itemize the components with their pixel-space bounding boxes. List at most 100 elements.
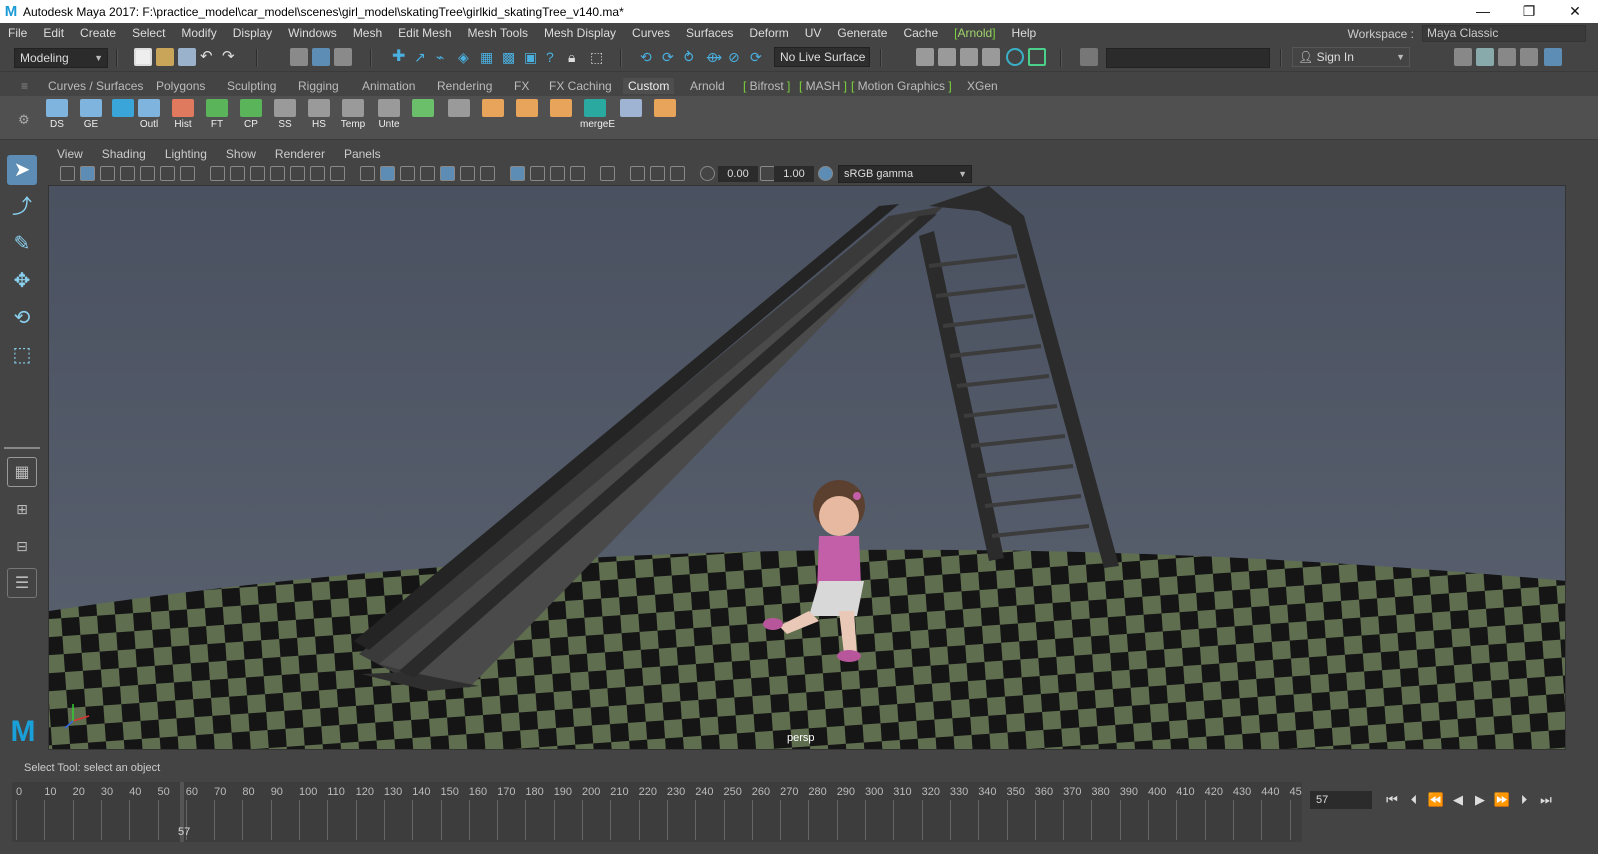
render-frame-icon[interactable]	[938, 48, 956, 66]
panel-menu-shading[interactable]: Shading	[93, 147, 156, 161]
shelf-button-ge[interactable]: GE	[76, 99, 106, 133]
arnold-render-icon[interactable]	[1006, 48, 1024, 66]
paint-select-tool-icon[interactable]: ✎	[7, 229, 37, 259]
open-scene-icon[interactable]	[156, 48, 174, 66]
tab-sculpting[interactable]: Sculpting	[222, 78, 281, 94]
step-forward-key-icon[interactable]: ⏩	[1492, 792, 1512, 808]
minimize-button[interactable]: —	[1460, 0, 1506, 23]
channel-box-icon[interactable]	[1520, 48, 1538, 66]
magnet-icon[interactable]: ⟳	[750, 48, 768, 66]
shelf-button-checker[interactable]	[408, 99, 438, 133]
panel-menu-renderer[interactable]: Renderer	[266, 147, 335, 161]
shelf-button-hist[interactable]: Hist	[168, 99, 198, 133]
camera-isolate-icon[interactable]	[330, 166, 345, 181]
gamma-icon[interactable]	[760, 166, 775, 181]
tab-bifrost[interactable]: [ Bifrost ]	[738, 78, 795, 94]
redo-icon[interactable]: ↷	[222, 48, 240, 66]
wireframe-icon[interactable]	[360, 166, 375, 181]
safe-action-icon[interactable]	[290, 166, 305, 181]
resolution-gate-icon[interactable]	[230, 166, 245, 181]
step-forward-frame-icon[interactable]: ⏵	[1514, 792, 1534, 808]
2d-pan-zoom-icon[interactable]	[140, 166, 155, 181]
move-tool-icon[interactable]: ✥	[7, 266, 37, 296]
field-chart-icon[interactable]	[270, 166, 285, 181]
shelf-button-bridge[interactable]	[512, 99, 542, 133]
shelf-button-hs[interactable]: HS	[304, 99, 334, 133]
render-globals-icon[interactable]	[982, 48, 1000, 66]
menu-arnold[interactable]: [Arnold]	[946, 23, 1003, 44]
four-view-layout-icon[interactable]: ⊞	[7, 494, 37, 524]
safe-title-icon[interactable]	[310, 166, 325, 181]
shelf-button-unte[interactable]: Unte	[374, 99, 404, 133]
menu-windows[interactable]: Windows	[280, 23, 345, 44]
render-current-frame-icon[interactable]: ⟳	[662, 48, 680, 66]
shelf-button-mergee[interactable]: mergeE	[580, 99, 615, 133]
step-back-key-icon[interactable]: ⏪	[1426, 792, 1446, 808]
shelf-button-snap[interactable]	[650, 99, 680, 133]
snap-component-icon[interactable]: ▩	[502, 48, 520, 66]
quick-select-field[interactable]	[1106, 48, 1270, 68]
arnold-ipr-icon[interactable]	[1028, 48, 1046, 66]
exposure-field[interactable]: 0.00	[718, 166, 758, 182]
restore-button[interactable]: ❐	[1506, 0, 1552, 23]
layer-editor-icon[interactable]	[1544, 48, 1562, 66]
anti-aliasing-icon[interactable]	[670, 166, 685, 181]
tab-motion-graphics[interactable]: [ Motion Graphics ]	[846, 78, 957, 94]
shelf-button-cp[interactable]: CP	[236, 99, 266, 133]
panel-menu-panels[interactable]: Panels	[335, 147, 391, 161]
menu-modify[interactable]: Modify	[173, 23, 224, 44]
snap-point-icon[interactable]: ⌁	[436, 48, 454, 66]
persp-outliner-layout-icon[interactable]: ⊟	[7, 531, 37, 561]
shelf-button-ds[interactable]: DS	[42, 99, 72, 133]
single-perspective-layout-icon[interactable]: ▦	[7, 457, 37, 487]
tab-rigging[interactable]: Rigging	[293, 78, 344, 94]
smooth-shade-icon[interactable]	[380, 166, 395, 181]
wireframe-on-shaded-icon[interactable]	[420, 166, 435, 181]
sign-in-button[interactable]: 👤︎ Sign In ▼	[1292, 47, 1410, 67]
go-to-start-icon[interactable]: ⏮	[1382, 792, 1402, 808]
xray-icon[interactable]	[510, 166, 525, 181]
grease-pencil-icon[interactable]	[160, 166, 175, 181]
menu-help[interactable]: Help	[1004, 23, 1045, 44]
rotate-tool-icon[interactable]: ⟲	[7, 303, 37, 333]
colorspace-dropdown[interactable]: sRGB gamma ▼	[838, 165, 972, 183]
panel-menu-lighting[interactable]: Lighting	[156, 147, 217, 161]
use-all-lights-icon[interactable]	[460, 166, 475, 181]
undo-icon[interactable]: ↶	[200, 48, 218, 66]
render-view-icon[interactable]	[916, 48, 934, 66]
shelf-button-combine[interactable]	[546, 99, 576, 133]
shelf-button-link[interactable]	[616, 99, 646, 133]
menu-surfaces[interactable]: Surfaces	[678, 23, 741, 44]
shelf-button-temp[interactable]: Temp	[338, 99, 368, 133]
menu-edit-mesh[interactable]: Edit Mesh	[390, 23, 459, 44]
image-plane-icon[interactable]	[120, 166, 135, 181]
tab-curves-surfaces[interactable]: Curves / Surfaces	[43, 78, 148, 94]
current-frame-field[interactable]: 57	[1310, 791, 1372, 809]
shelf-button-extrude[interactable]	[478, 99, 508, 133]
tab-polygons[interactable]: Polygons	[151, 78, 210, 94]
ssao-icon[interactable]	[630, 166, 645, 181]
gear-icon[interactable]: ⚙	[18, 112, 30, 128]
shadows-icon[interactable]	[480, 166, 495, 181]
lock-icon[interactable]: 🔒︎	[568, 48, 586, 66]
menu-select[interactable]: Select	[124, 23, 173, 44]
time-ruler[interactable]: 0 10 20 30 40 50 60 70 80 90 100 110 120 130 140 150 160…	[12, 782, 1302, 842]
snap-surface-icon[interactable]: ▦	[480, 48, 498, 66]
render-settings-icon[interactable]: ⟴	[706, 48, 724, 66]
tab-custom[interactable]: Custom	[623, 78, 675, 94]
viewport-persp[interactable]	[48, 185, 1566, 750]
menu-cache[interactable]: Cache	[895, 23, 946, 44]
tab-fx-caching[interactable]: FX Caching	[544, 78, 617, 94]
shelf-menu-icon[interactable]: ≡	[16, 78, 33, 94]
tab-xgen[interactable]: XGen	[962, 78, 1003, 94]
bookmark-icon[interactable]	[100, 166, 115, 181]
lasso-tool-icon[interactable]: ⤴	[7, 192, 37, 222]
construction-history-icon[interactable]: ⟲	[640, 48, 658, 66]
grid-icon[interactable]	[180, 166, 195, 181]
motion-blur-icon[interactable]	[650, 166, 665, 181]
menu-mesh[interactable]: Mesh	[345, 23, 390, 44]
hypershade-icon[interactable]: ⊘	[728, 48, 746, 66]
tab-fx[interactable]: FX	[509, 78, 534, 94]
play-forwards-icon[interactable]: ▶	[1470, 792, 1490, 808]
shelf-button-outl[interactable]: Outl	[134, 99, 164, 133]
